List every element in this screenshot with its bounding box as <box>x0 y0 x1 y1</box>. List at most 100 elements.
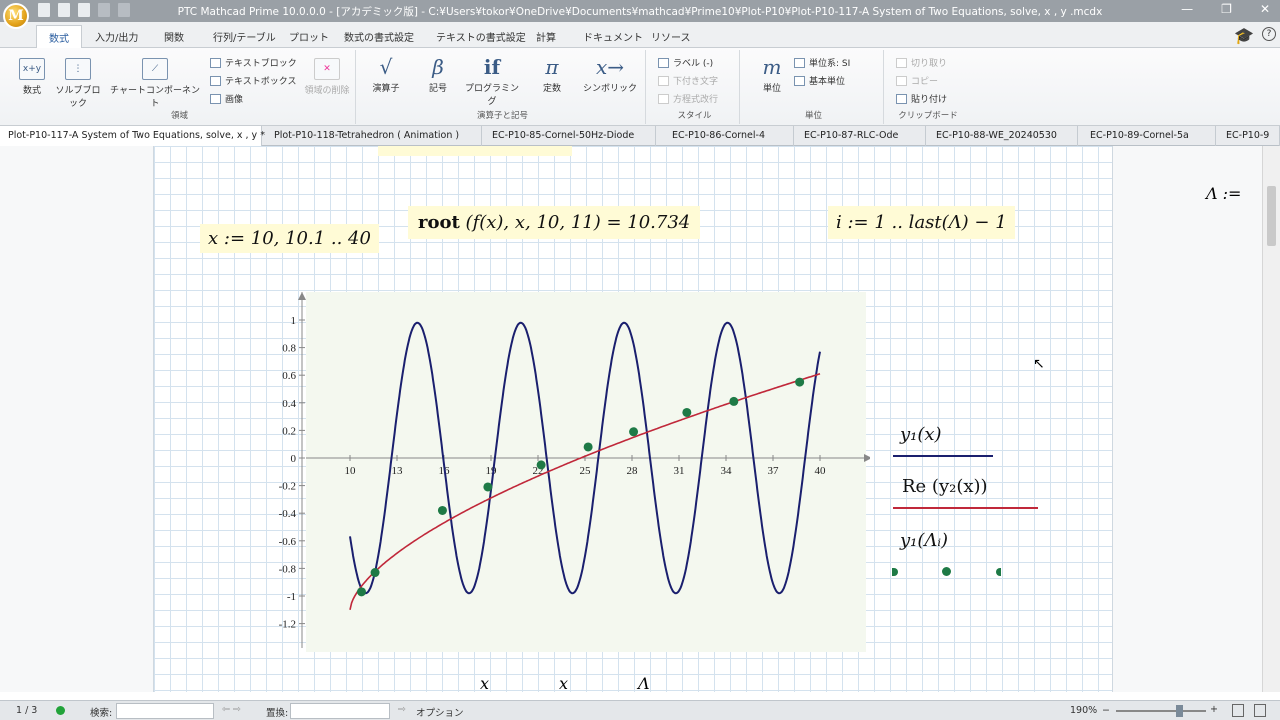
wrap-icon <box>658 93 669 104</box>
tab-calculation[interactable]: 計算 <box>536 29 556 44</box>
replace-arrow-icon[interactable]: ⇨ <box>398 704 406 715</box>
x-tick-label: 10 <box>345 465 357 477</box>
zoom-slider[interactable] <box>1116 710 1206 712</box>
help-button[interactable]: ? <box>1262 27 1276 41</box>
image-icon <box>210 93 221 104</box>
search-input[interactable] <box>116 703 214 719</box>
legend-y1[interactable]: y₁(x) <box>900 424 942 445</box>
math-region-button[interactable]: x+y 数式 <box>12 58 52 96</box>
doc-tab-87[interactable]: EC-P10-87-RLC-Ode <box>796 126 926 146</box>
chart-component-button[interactable]: ⟋ チャートコンポーネント <box>110 58 200 109</box>
intersection-point <box>729 396 739 406</box>
clipped-region[interactable] <box>378 146 572 156</box>
x-tick-label: 28 <box>627 465 639 477</box>
text-block-button[interactable]: テキストブロック <box>210 56 297 69</box>
units-group: m 単位 単位系: SI 基本単位 単位 <box>744 50 884 124</box>
lambda-definition[interactable]: Λ := <box>1206 184 1241 203</box>
text-box-button[interactable]: テキストボックス <box>210 74 296 87</box>
intersection-point <box>682 407 692 417</box>
doc-tab-89[interactable]: EC-P10-89-Cornel-5a <box>1082 126 1216 146</box>
x-axis-expression-1[interactable]: x <box>480 674 489 692</box>
base-units-button[interactable]: 基本単位 <box>794 74 845 87</box>
unit-system-dropdown[interactable]: 単位系: SI <box>794 56 850 69</box>
root-expression[interactable]: root (f(x), x, 10, 11) = 10.734 <box>408 206 701 239</box>
zoom-slider-thumb[interactable] <box>1176 705 1183 717</box>
beta-icon: β <box>432 55 444 79</box>
page-view-icon[interactable] <box>1232 704 1244 717</box>
range-definition[interactable]: x := 10, 10.1 .. 40 <box>200 224 379 253</box>
status-bar: 1 / 3 検索: ⇦ ⇨ 置換: ⇨ オプション 190% − + <box>0 700 1280 720</box>
operators-group-label: 演算子と記号 <box>476 111 528 121</box>
worksheet[interactable]: x := 10, 10.1 .. 40 root (f(x), x, 10, 1… <box>0 146 1262 692</box>
y-tick-label: 1 <box>291 315 297 327</box>
draft-view-icon[interactable] <box>1254 704 1266 717</box>
left-margin <box>0 146 153 692</box>
doc-tab-118[interactable]: Plot-P10-118-Tetrahedron ( Animation ) <box>266 126 482 146</box>
doc-tab-88[interactable]: EC-P10-88-WE_20240530 <box>928 126 1078 146</box>
units-button[interactable]: m 単位 <box>752 55 792 94</box>
paste-button[interactable]: 貼り付け <box>896 92 947 105</box>
unit-system-icon <box>794 57 805 68</box>
symbols-button[interactable]: β 記号 <box>418 55 458 94</box>
x-axis-arrow <box>864 454 870 462</box>
intersection-point <box>629 427 639 437</box>
tab-functions[interactable]: 関数 <box>164 29 184 44</box>
if-icon: if <box>483 55 501 79</box>
subscript-button[interactable]: 下付き文字 <box>658 74 718 87</box>
tab-text-format[interactable]: テキストの書式設定 <box>436 29 526 44</box>
label-dropdown[interactable]: ラベル (-) <box>658 56 713 69</box>
doc-tab-85[interactable]: EC-P10-85-Cornel-50Hz-Diode <box>484 126 656 146</box>
y-tick-label: 0.6 <box>282 370 296 382</box>
academic-cap-icon[interactable]: 🎓 <box>1234 26 1254 45</box>
xy-plot[interactable]: 10 13 16 19 22 25 28 31 34 37 4010.80.60.40.20-0.2… <box>270 286 870 666</box>
legend-y2[interactable]: Re (y₂(x)) <box>902 476 988 497</box>
legend-marker <box>942 567 951 576</box>
delete-region-button[interactable]: ✕ 領域の削除 <box>302 58 352 96</box>
index-definition[interactable]: i := 1 .. last(Λ) − 1 <box>828 206 1015 239</box>
y-tick-label: -0.4 <box>279 508 297 520</box>
tab-io[interactable]: 入力/出力 <box>95 29 138 44</box>
options-dropdown[interactable]: オプション <box>416 705 464 719</box>
restore-button[interactable]: ❐ <box>1221 2 1232 16</box>
text-block-icon <box>210 57 221 68</box>
y-tick-label: 0 <box>291 453 297 465</box>
scrollbar-thumb[interactable] <box>1267 186 1276 246</box>
y-tick-label: 0.4 <box>282 398 296 410</box>
tab-math[interactable]: 数式 <box>36 25 82 49</box>
operators-button[interactable]: √ 演算子 <box>366 55 406 94</box>
tab-plots[interactable]: プロット <box>289 29 329 44</box>
search-prev-icon[interactable]: ⇦ ⇨ <box>222 704 241 715</box>
solve-block-button[interactable]: ⋮ ソルブブロック <box>52 58 104 109</box>
tab-math-format[interactable]: 数式の書式設定 <box>344 29 414 44</box>
copy-button[interactable]: コピー <box>896 74 938 87</box>
legend-marker-right <box>996 568 1001 576</box>
x-axis-expression-2[interactable]: x <box>559 674 568 692</box>
label-icon <box>658 57 669 68</box>
intersection-point <box>437 505 447 515</box>
tab-resources[interactable]: リソース <box>651 29 691 44</box>
replace-input[interactable] <box>290 703 390 719</box>
minimize-button[interactable]: — <box>1181 2 1193 16</box>
doc-tab-9[interactable]: EC-P10-9 <box>1218 126 1280 146</box>
x-tick-label: 25 <box>580 465 592 477</box>
equation-wrap-button[interactable]: 方程式改行 <box>658 92 718 105</box>
vertical-scrollbar[interactable] <box>1262 146 1280 692</box>
zoom-in-icon[interactable]: + <box>1210 704 1218 715</box>
operators-group: √ 演算子 β 記号 if プログラミング π 定数 x→ シンボリック 演算子と記号 <box>360 50 646 124</box>
constants-button[interactable]: π 定数 <box>532 55 572 94</box>
ribbon-tabs: 数式 入力/出力 関数 行列/テーブル プロット 数式の書式設定 テキストの書式… <box>0 22 1280 49</box>
symbolic-button[interactable]: x→ シンボリック <box>580 55 640 94</box>
doc-tab-86[interactable]: EC-P10-86-Cornel-4 <box>664 126 794 146</box>
tab-matrices[interactable]: 行列/テーブル <box>213 29 276 44</box>
close-button[interactable]: ✕ <box>1260 2 1270 16</box>
zoom-out-icon[interactable]: − <box>1102 705 1110 716</box>
legend-points[interactable]: y₁(Λᵢ) <box>900 530 948 551</box>
tab-document[interactable]: ドキュメント <box>583 29 643 44</box>
doc-tab-117[interactable]: Plot-P10-117-A System of Two Equations, … <box>0 126 265 146</box>
cut-button[interactable]: 切り取り <box>896 56 947 69</box>
x-axis-expression-3[interactable]: Λ <box>638 674 650 692</box>
programming-button[interactable]: if プログラミング <box>464 55 520 107</box>
app-logo[interactable]: M <box>3 3 29 29</box>
document-tabs: Plot-P10-117-A System of Two Equations, … <box>0 126 1280 146</box>
image-button[interactable]: 画像 <box>210 92 243 105</box>
